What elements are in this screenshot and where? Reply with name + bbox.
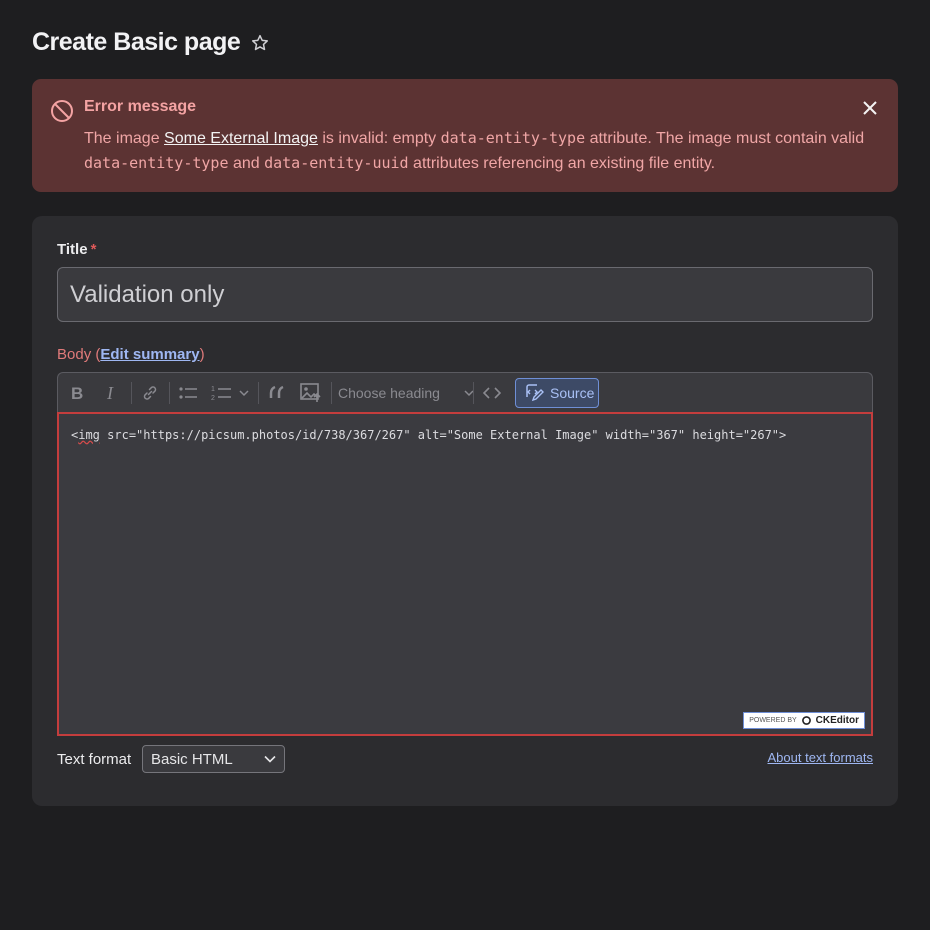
toolbar-separator [473,382,474,404]
bulleted-list-icon[interactable] [174,373,202,413]
italic-icon[interactable]: I [98,373,126,413]
bold-icon[interactable]: B [64,373,92,413]
error-code: data-entity-type [84,154,229,172]
code-block-icon[interactable] [478,373,506,413]
ckeditor-brand: CKEditor [815,715,859,726]
title-label-text: Title [57,241,88,258]
link-icon[interactable] [136,373,164,413]
toolbar-separator [169,382,170,404]
page-title: Create Basic page [32,28,241,56]
star-icon[interactable] [250,33,270,53]
source-edit-icon [526,384,544,402]
text-format-value: Basic HTML [151,750,233,768]
editor-toolbar: B I 12 Choose heading Source [57,372,873,412]
error-text-part: attributes referencing an existing file … [408,155,716,172]
toolbar-separator [258,382,259,404]
about-text-formats-link[interactable]: About text formats [768,750,874,765]
ckeditor-logo-icon [801,716,811,725]
error-code: data-entity-type [440,129,586,147]
text-format-select[interactable]: Basic HTML [142,745,285,773]
error-text-part: The image [84,130,165,147]
heading-dropdown[interactable]: Choose heading [338,373,474,413]
edit-summary-link[interactable]: Edit summary [100,346,199,363]
svg-text:I: I [106,384,114,402]
chevron-down-icon [264,755,276,763]
code-text-part: src="https://picsum.photos/id/738/367/26… [99,428,787,442]
error-text-part: is invalid: empty [317,130,441,147]
source-editor[interactable]: <img src="https://picsum.photos/id/738/3… [57,412,873,736]
powered-by-ckeditor[interactable]: POWERED BY CKEditor [743,712,865,729]
page-title-row: Create Basic page [32,28,270,57]
image-upload-icon[interactable] [296,373,326,413]
node-form-card: Title * Validation only Body (Edit summar… [32,216,898,806]
error-text: The image Some External Image is invalid… [84,126,884,176]
body-label: Body (Edit summary) [57,346,205,363]
error-image-link[interactable]: Some External Image [164,130,318,147]
source-code-text: <img src="https://picsum.photos/id/738/3… [71,428,786,442]
error-text-part: attribute. The image must contain valid [585,130,865,147]
source-button-label: Source [550,385,595,401]
heading-dropdown-label: Choose heading [338,385,440,401]
text-format-label: Text format [57,751,132,768]
blockquote-icon[interactable] [264,373,292,413]
close-icon[interactable] [860,98,880,118]
body-label-suffix: ) [199,346,205,363]
chevron-down-icon[interactable] [236,373,252,413]
required-mark: * [90,241,97,258]
error-message-box: Error message The image Some External Im… [32,79,898,192]
numbered-list-icon[interactable]: 12 [208,373,234,413]
error-text-part: and [228,155,265,172]
source-button[interactable]: Source [515,378,599,408]
svg-text:2: 2 [211,395,215,402]
error-code: data-entity-uuid [264,154,409,172]
code-misspelled-word: img [78,428,100,442]
body-label-text: Body ( [57,346,101,363]
error-icon [51,100,73,122]
title-label: Title * [57,241,96,258]
toolbar-separator [131,382,132,404]
svg-text:1: 1 [211,386,215,393]
error-heading: Error message [84,98,197,115]
svg-text:B: B [71,384,83,402]
powered-by-label: POWERED BY [749,717,797,724]
title-input[interactable]: Validation only [57,267,873,322]
toolbar-separator [331,382,332,404]
